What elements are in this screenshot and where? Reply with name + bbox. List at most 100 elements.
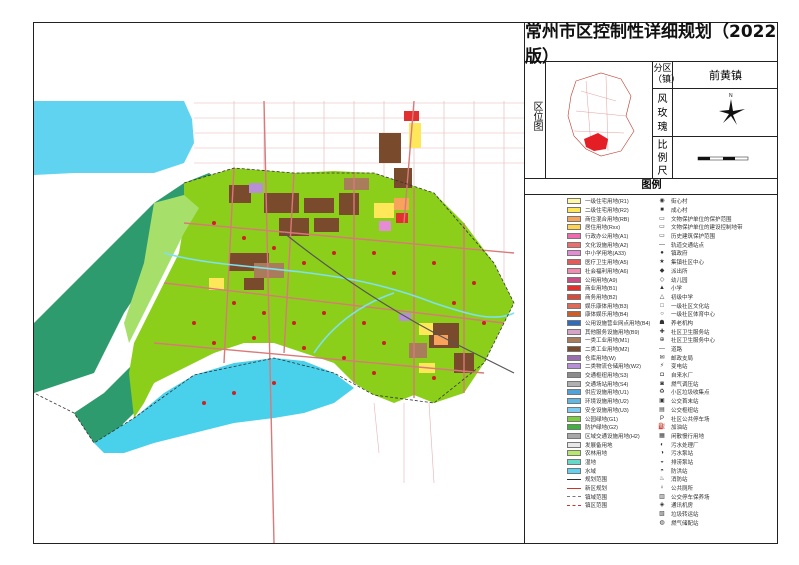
legend-label: 成心村 — [671, 208, 688, 215]
legend-line-swatch — [567, 496, 581, 498]
legend-facility-icon: ☗ — [659, 319, 665, 326]
legend-landuse-column: 一级住宅用地(R1) 二级住宅用地(R2) 商住混合用地(RB) 居住用地(Rxx) 行… — [567, 197, 650, 510]
legend-facility-icon: ⛽ — [658, 424, 666, 431]
legend-item-facility: ◒ 排涝泵站 — [657, 458, 743, 467]
legend-label: 镇域范围 — [585, 494, 608, 501]
legend-label: 新区规划 — [585, 486, 608, 493]
legend-facility-icon: ▦ — [659, 432, 665, 439]
legend-item-landuse: 其他服务设施用地(B9) — [567, 327, 650, 336]
legend-item-facility: ○ 一级社区体育中心 — [657, 310, 743, 319]
legend-item-landuse: 商业用地(B1) — [567, 284, 650, 293]
legend-item-facility: ▣ 公交首末站 — [657, 397, 743, 406]
legend-label: 道路 — [671, 347, 683, 354]
legend-line-swatch — [567, 504, 581, 506]
legend-label: 社区卫生服务中心 — [671, 338, 716, 345]
legend-label: 中小学用地(A33) — [585, 251, 626, 258]
legend-item-facility: ♻ 小区垃圾收集点 — [657, 388, 743, 397]
legend-item-facility: — 轨道交通站点 — [657, 240, 743, 249]
legend-item-facility: ▧ 垃圾转运站 — [657, 510, 743, 519]
legend-item-landuse: 区域交通设施用地(H2) — [567, 432, 650, 441]
legend-item-landuse: 公用用地(A9) — [567, 275, 650, 284]
legend-label: 街心村 — [671, 199, 688, 206]
legend-label: 公交枢纽站 — [671, 407, 699, 414]
legend-facility-icon: ◓ — [660, 467, 664, 474]
legend-item-landuse: 一级住宅用地(R1) — [567, 197, 650, 206]
legend-swatch — [567, 285, 581, 292]
legend-label: 社区卫生服务站 — [671, 329, 710, 336]
legend-swatch — [567, 328, 581, 335]
legend-item-landuse: 公用设施营业网点用地(B4) — [567, 319, 650, 328]
legend-label: 一级社区体育中心 — [671, 312, 716, 319]
legend-item-facility: ✉ 邮政支局 — [657, 353, 743, 362]
locator-label: 区位图 — [527, 101, 545, 135]
svg-text:N: N — [729, 93, 733, 99]
legend-item-landuse: 环境设施用地(U2) — [567, 397, 650, 406]
legend-swatch — [567, 233, 581, 240]
legend-item-facility: ◙ 燃气调压站 — [657, 379, 743, 388]
legend-facility-icon: ◙ — [660, 380, 664, 387]
legend-item-facility: ☗ 养老机构 — [657, 319, 743, 328]
legend-label: 交通枢纽用地(S3) — [585, 373, 629, 380]
legend-label: 小区垃圾收集点 — [671, 390, 710, 397]
legend-swatch — [567, 259, 581, 266]
legend-label: 燃气调压站 — [671, 381, 699, 388]
legend-item-landuse: 医疗卫生用地(A5) — [567, 258, 650, 267]
legend-swatch — [567, 337, 581, 344]
legend-label: 行政办公用地(A1) — [585, 234, 629, 241]
legend-item-landuse: 安全设施用地(U3) — [567, 406, 650, 415]
legend-facility-icon: ◆ — [659, 267, 665, 274]
legend-swatch — [567, 241, 581, 248]
legend-item-facility: △ 初级中学 — [657, 293, 743, 302]
legend-label: 自来水厂 — [671, 373, 694, 380]
legend-item-facility: ▦ 闲散慢行用地 — [657, 432, 743, 441]
legend-item-facility: ◘ 自来水厂 — [657, 371, 743, 380]
legend-facility-icon: ✚ — [659, 328, 665, 335]
legend-title: 图例 — [525, 178, 778, 195]
legend-item-line: 新区规划 — [567, 484, 650, 493]
legend-swatch — [567, 467, 581, 474]
legend-facility-icon: □ — [660, 302, 664, 309]
legend-item-facility: ◐ 污水处理厂 — [657, 440, 743, 449]
legend-item-facility: ⚡ 变电站 — [657, 362, 743, 371]
legend-label: 商务用地(B2) — [585, 294, 618, 301]
legend-label: 公共厕所 — [671, 486, 694, 493]
legend-label: 幼儿园 — [671, 277, 688, 284]
legend-swatch — [567, 372, 581, 379]
legend-swatch — [567, 398, 581, 405]
legend-label: 商住混合用地(RB) — [585, 216, 630, 223]
legend-label: 供应设施用地(U1) — [585, 390, 629, 397]
legend-label: 公用用地(A9) — [585, 277, 618, 284]
legend-item-facility: ● 镇政府 — [657, 249, 743, 258]
legend-facility-icon: ▧ — [659, 511, 665, 518]
legend-facility-icon: ◈ — [659, 502, 665, 509]
legend-item-landuse: 二级住宅用地(R2) — [567, 206, 650, 215]
legend-item-landuse: 交通场站用地(S4) — [567, 379, 650, 388]
district-label: 分区（镇） — [653, 63, 681, 84]
legend-swatch — [567, 380, 581, 387]
legend-item-landuse: 行政办公用地(A1) — [567, 232, 650, 241]
legend-facility-icon: ▲ — [659, 285, 665, 292]
legend-facility-icon: — — [659, 241, 665, 248]
legend-label: 污水处理厂 — [671, 442, 699, 449]
legend-label: 公用设施营业网点用地(B4) — [585, 320, 651, 327]
legend-item-facility: ◍ 燃气储配站 — [657, 518, 743, 527]
land-use-map-canvas — [33, 23, 524, 544]
land-use-map[interactable] — [33, 23, 524, 544]
legend-item-landuse: 供应设施用地(U1) — [567, 388, 650, 397]
legend-label: 发展备用地 — [585, 442, 613, 449]
legend-label: 安全设施用地(U3) — [585, 407, 629, 414]
legend-item-landuse: 二类物流仓储用地(W2) — [567, 362, 650, 371]
legend-facility-icon: ✉ — [659, 354, 665, 361]
legend-label: 医疗卫生用地(A5) — [585, 260, 629, 267]
legend-swatch — [567, 224, 581, 231]
legend-item-landuse: 商务用地(B2) — [567, 293, 650, 302]
legend-item-facility: ◈ 通讯机房 — [657, 501, 743, 510]
legend-swatch — [567, 207, 581, 214]
legend-label: 一级住宅用地(R1) — [585, 199, 629, 206]
legend-item-facility: — 道路 — [657, 345, 743, 354]
wind-rose-label: 风玫瑰 — [652, 89, 672, 137]
legend-label: 娱乐康体用地(B3) — [585, 303, 629, 310]
legend-swatch — [567, 415, 581, 422]
legend-item-facility: ✚ 社区卫生服务站 — [657, 327, 743, 336]
scale-label: 比例尺 — [652, 137, 672, 178]
